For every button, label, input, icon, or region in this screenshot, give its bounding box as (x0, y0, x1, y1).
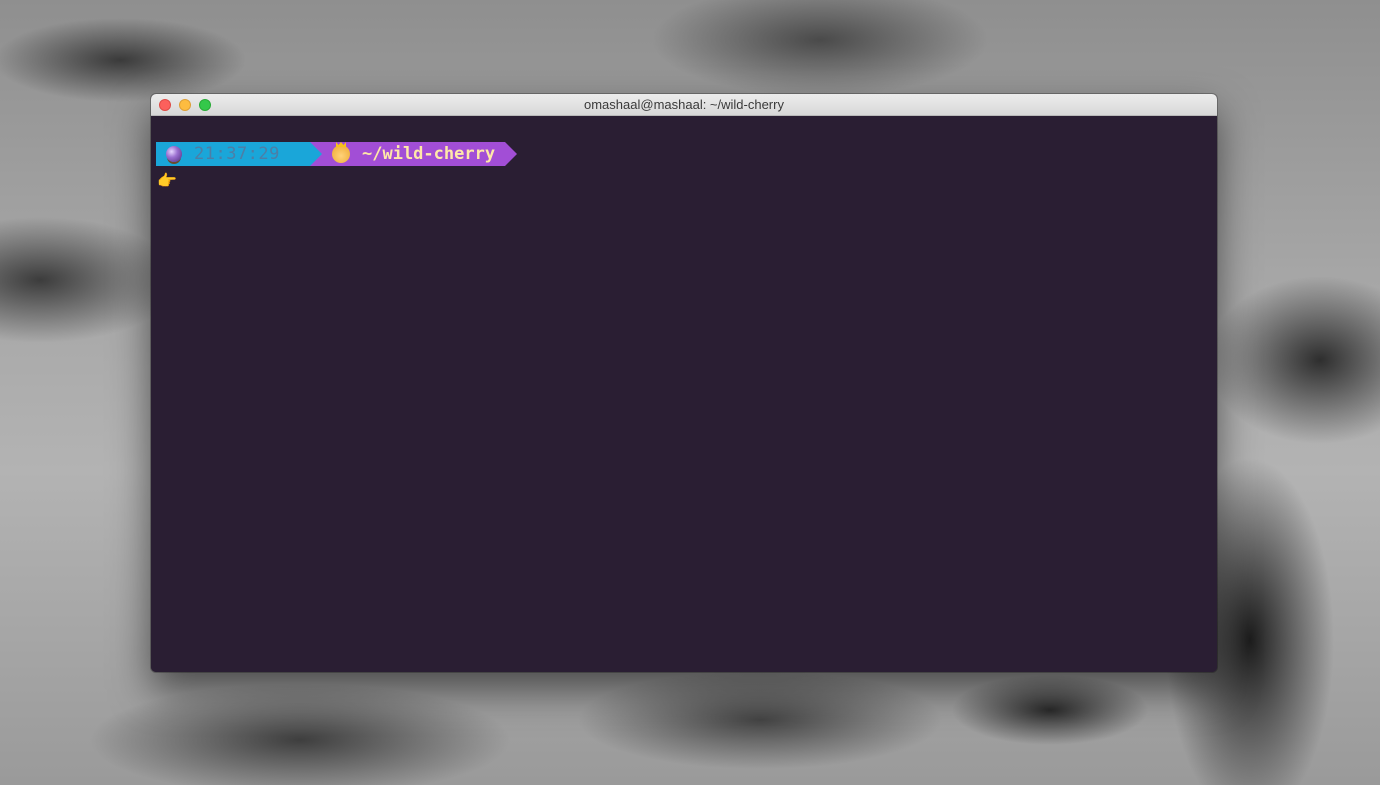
crystal-ball-icon (166, 146, 182, 162)
terminal-window[interactable]: omashaal@mashaal: ~/wild-cherry 21:37:29… (151, 94, 1217, 672)
window-title: omashaal@mashaal: ~/wild-cherry (584, 97, 784, 112)
title-bar[interactable]: omashaal@mashaal: ~/wild-cherry (151, 94, 1217, 116)
pointing-hand-icon: 👉 (157, 171, 177, 190)
prompt-directory: ~/wild-cherry (362, 144, 496, 164)
prompt-line: 21:37:29 ~/wild-cherry (156, 142, 518, 166)
input-line[interactable]: 👉 (157, 170, 177, 192)
terminal-content[interactable]: 21:37:29 ~/wild-cherry 👉 (151, 116, 1217, 672)
prompt-time: 21:37:29 (194, 144, 280, 164)
desktop-background: omashaal@mashaal: ~/wild-cherry 21:37:29… (0, 0, 1380, 785)
prompt-time-segment: 21:37:29 (156, 142, 322, 166)
prompt-directory-segment: ~/wild-cherry (310, 142, 518, 166)
princess-icon (332, 145, 350, 163)
